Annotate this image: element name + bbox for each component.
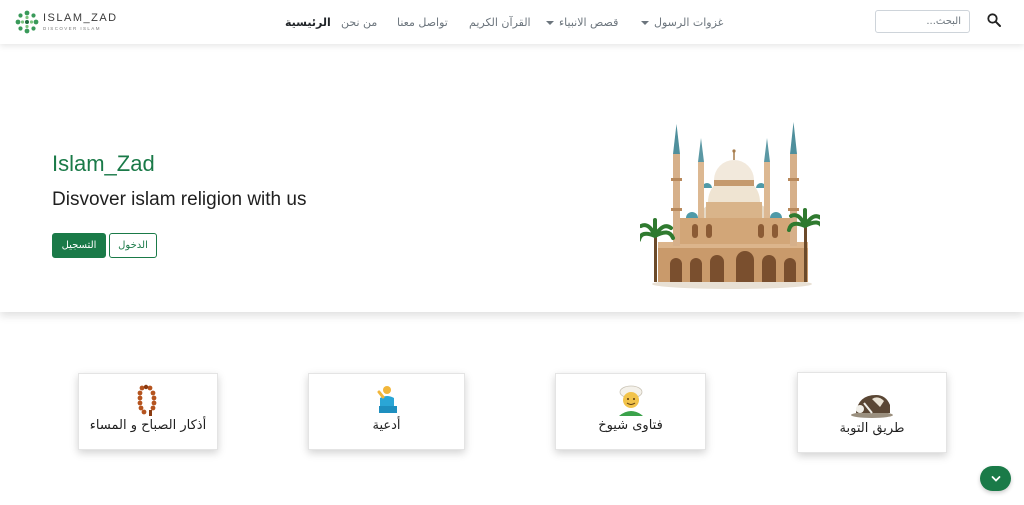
- card-sheikh-fatwas[interactable]: فتاوى شيوخ: [555, 373, 706, 450]
- prostration-icon: [851, 395, 893, 418]
- sheikh-turban-icon: [618, 385, 643, 416]
- scroll-down-button[interactable]: [980, 466, 1011, 491]
- brand-logo[interactable]: ISLAM_ZAD DISCOVER ISLAM: [14, 10, 118, 34]
- card-label: فتاوى شيوخ: [598, 418, 663, 433]
- nav-prophets-stories-dropdown[interactable]: قصص الانبياء: [546, 16, 618, 30]
- login-button[interactable]: الدخول: [109, 233, 157, 258]
- mosque-illustration: [640, 122, 820, 289]
- search-icon[interactable]: [986, 12, 1002, 28]
- hero-subtitle: Disvover islam religion with us: [52, 189, 307, 210]
- card-path-of-repentance[interactable]: طريق التوبة: [797, 372, 947, 453]
- hero-section: Islam_Zad Disvover islam religion with u…: [0, 44, 1024, 312]
- nav-home[interactable]: الرئيسية: [285, 16, 331, 30]
- logo-star-icon: [15, 10, 39, 34]
- nav-prophets-stories-label: قصص الانبياء: [559, 16, 619, 29]
- praying-person-icon: [377, 386, 397, 413]
- brand-tagline: DISCOVER ISLAM: [43, 25, 101, 31]
- card-label: أذكار الصباح و المساء: [89, 418, 207, 433]
- chevron-down-icon: [641, 21, 649, 25]
- card-morning-evening-adhkar[interactable]: أذكار الصباح و المساء: [78, 373, 218, 450]
- nav-quran[interactable]: القرآن الكريم: [469, 16, 531, 30]
- nav-contact[interactable]: تواصل معنا: [397, 16, 448, 30]
- search-input[interactable]: [875, 10, 970, 33]
- card-label: طريق التوبة: [839, 421, 905, 436]
- card-supplications[interactable]: أدعية: [308, 373, 465, 450]
- prayer-beads-icon: [137, 384, 157, 416]
- card-label: أدعية: [372, 418, 401, 433]
- nav-battles-label: غزوات الرسول: [654, 16, 724, 29]
- nav-battles-dropdown[interactable]: غزوات الرسول: [641, 16, 723, 30]
- chevron-down-icon: [546, 21, 554, 25]
- brand-name: ISLAM_ZAD: [43, 11, 118, 24]
- nav-about[interactable]: من نحن: [341, 16, 377, 30]
- chevron-down-icon: [991, 475, 1000, 482]
- navbar: ISLAM_ZAD DISCOVER ISLAM الرئيسية من نحن…: [0, 0, 1024, 44]
- register-button[interactable]: التسجيل: [52, 233, 106, 258]
- hero-title: Islam_Zad: [52, 151, 155, 176]
